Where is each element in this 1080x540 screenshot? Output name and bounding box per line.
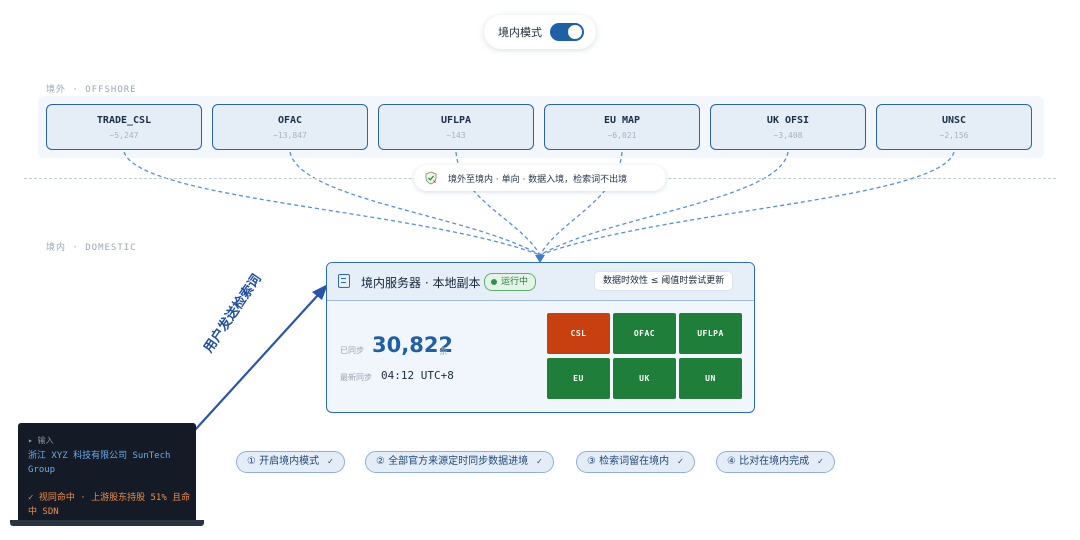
tile-label: OFAC bbox=[633, 329, 656, 338]
freshness-note: 数据时效性 ≤ 阈值时尝试更新 bbox=[595, 272, 733, 290]
list-tile: UK bbox=[613, 358, 676, 399]
switch-knob bbox=[568, 25, 582, 39]
domestic-server-card: 境内服务器 · 本地副本 运行中 数据时效性 ≤ 阈值时尝试更新 已同步 30,… bbox=[326, 262, 755, 413]
step-pill: ④ 比对在境内完成 ✓ bbox=[716, 451, 835, 473]
list-tile: UN bbox=[679, 358, 742, 399]
tile-label: EU bbox=[573, 374, 584, 383]
step-text: ④ 比对在境内完成 bbox=[727, 456, 810, 467]
status-text: 运行中 bbox=[501, 277, 529, 287]
source-count: ~5,247 bbox=[109, 131, 139, 140]
list-tile: CSL bbox=[547, 313, 610, 354]
offshore-region-label: 境外 · OFFSHORE bbox=[46, 85, 137, 95]
tile-label: CSL bbox=[570, 329, 587, 338]
shield-check-icon bbox=[425, 171, 437, 185]
source-count: ~13,847 bbox=[273, 131, 307, 140]
direction-info-text: 境外至境内 · 单向 · 数据入境，检索词不出境 bbox=[448, 174, 628, 185]
status-badge: 运行中 bbox=[484, 273, 537, 291]
step-text: ① 开启境内模式 bbox=[247, 456, 320, 467]
query-text: 浙江 XYZ 科技有限公司 SunTech Group bbox=[28, 451, 171, 475]
source-name: OFAC bbox=[277, 115, 303, 126]
tile-label: UFLPA bbox=[697, 329, 724, 338]
match-result: ✓ 视同命中 · 上游股东持股 51% 且命中 SDN bbox=[28, 493, 191, 517]
source-count: ~143 bbox=[446, 131, 466, 140]
check-icon: ✓ bbox=[327, 457, 334, 466]
step-pill: ② 全部官方来源定时同步数据进境 ✓ bbox=[365, 451, 554, 473]
last-sync-label: 最新同步 bbox=[340, 373, 372, 382]
source-name: TRADE_CSL bbox=[96, 115, 152, 126]
laptop-screen: ▸ 输入 浙江 XYZ 科技有限公司 SunTech Group ✓ 视同命中 … bbox=[18, 423, 196, 522]
source-name: UNSC bbox=[941, 115, 967, 126]
source-name: EU MAP bbox=[603, 115, 641, 126]
synced-unit: 条 bbox=[439, 347, 449, 357]
query-arrow-label: 用户发送检索词 bbox=[201, 271, 265, 356]
synced-label: 已同步 bbox=[340, 346, 364, 355]
list-tile: UFLPA bbox=[679, 313, 742, 354]
tile-label: UK bbox=[639, 374, 650, 383]
check-icon: ✓ bbox=[677, 457, 684, 466]
source-card: UK OFSI ~3,408 bbox=[710, 104, 866, 150]
source-name: UFLPA bbox=[440, 115, 472, 126]
source-count: ~3,408 bbox=[773, 131, 803, 140]
toggle-label: 境内模式 bbox=[498, 26, 542, 39]
source-name: UK OFSI bbox=[766, 115, 810, 126]
source-count: ~2,156 bbox=[939, 131, 969, 140]
input-label: ▸ 输入 bbox=[28, 436, 54, 445]
last-sync-value: 04:12 UTC+8 bbox=[381, 369, 454, 382]
query-arrow-line bbox=[194, 294, 319, 431]
check-icon: ✓ bbox=[817, 457, 824, 466]
tile-label: UN bbox=[705, 374, 716, 383]
server-icon bbox=[338, 274, 350, 288]
domestic-region-label: 境内 · DOMESTIC bbox=[46, 243, 137, 253]
server-title: 境内服务器 · 本地副本 bbox=[361, 276, 481, 290]
domestic-mode-toggle-pill: 境内模式 bbox=[484, 15, 596, 49]
domestic-mode-switch[interactable] bbox=[550, 23, 584, 41]
source-card: UNSC ~2,156 bbox=[876, 104, 1032, 150]
direction-info-pill: 境外至境内 · 单向 · 数据入境，检索词不出境 bbox=[414, 165, 666, 191]
step-text: ② 全部官方来源定时同步数据进境 bbox=[376, 456, 529, 467]
step-pill: ① 开启境内模式 ✓ bbox=[236, 451, 345, 473]
source-count: ~6,021 bbox=[607, 131, 637, 140]
source-card: UFLPA ~143 bbox=[378, 104, 534, 150]
laptop-base bbox=[10, 520, 204, 526]
source-card: TRADE_CSL ~5,247 bbox=[46, 104, 202, 150]
step-text: ③ 检索词留在境内 bbox=[587, 456, 670, 467]
step-pill: ③ 检索词留在境内 ✓ bbox=[576, 451, 695, 473]
status-dot bbox=[491, 279, 497, 285]
source-card: OFAC ~13,847 bbox=[212, 104, 368, 150]
server-header: 境内服务器 · 本地副本 运行中 数据时效性 ≤ 阈值时尝试更新 bbox=[327, 263, 754, 301]
list-tile: OFAC bbox=[613, 313, 676, 354]
check-icon: ✓ bbox=[536, 457, 543, 466]
list-tile: EU bbox=[547, 358, 610, 399]
source-card: EU MAP ~6,021 bbox=[544, 104, 700, 150]
